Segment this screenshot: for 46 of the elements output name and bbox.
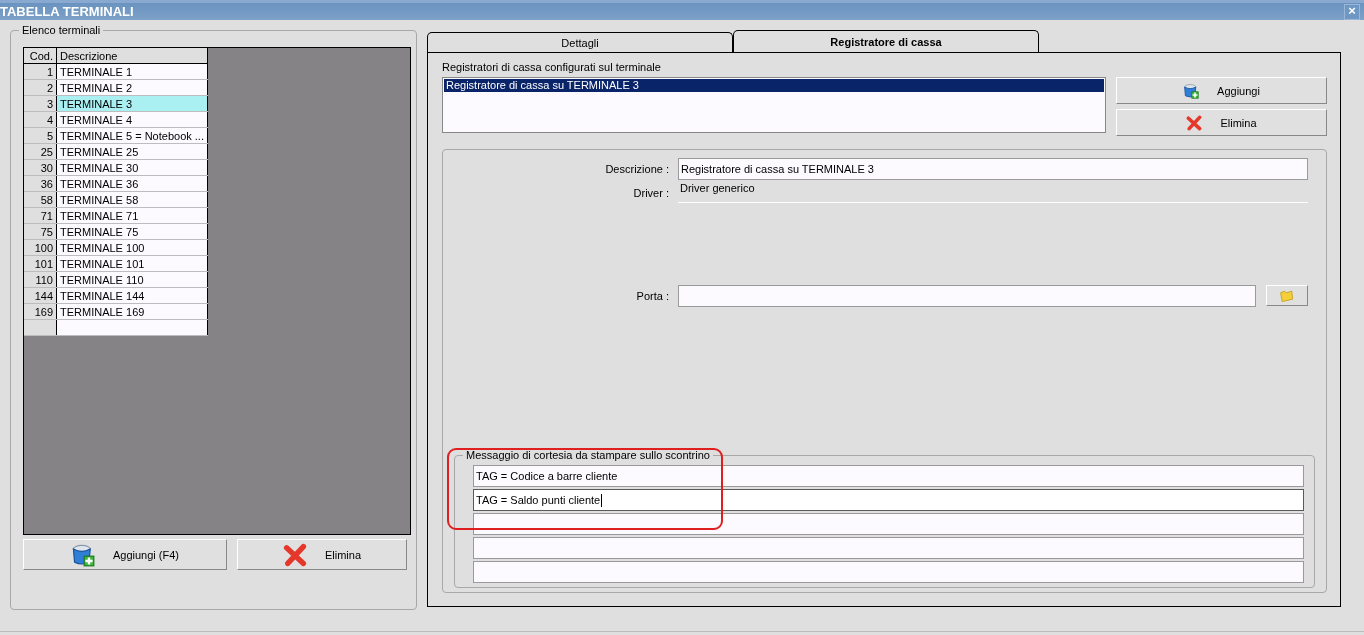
message-text: TAG = Codice a barre cliente: [476, 470, 618, 482]
description-cell[interactable]: TERMINALE 144: [56, 287, 208, 304]
message-line-field[interactable]: TAG = Saldo punti cliente: [473, 489, 1304, 511]
description-cell[interactable]: TERMINALE 2: [56, 79, 208, 96]
delete-button[interactable]: Elimina: [1116, 109, 1327, 136]
column-header: Cod.: [24, 48, 57, 64]
description-cell[interactable]: TERMINALE 75: [56, 223, 208, 240]
description-cell[interactable]: TERMINALE 110: [56, 271, 208, 288]
group-title: Elenco terminali: [19, 24, 104, 36]
container-plus-icon: [1183, 82, 1200, 99]
description-cell[interactable]: TERMINALE 30: [56, 159, 208, 176]
field-label: Driver :: [632, 186, 669, 199]
description-cell[interactable]: TERMINALE 169: [56, 303, 208, 320]
description-cell[interactable]: TERMINALE 58: [56, 191, 208, 208]
description-cell[interactable]: TERMINALE 100: [56, 239, 208, 256]
message-line-field[interactable]: [473, 513, 1304, 535]
description-cell[interactable]: TERMINALE 25: [56, 143, 208, 160]
message-line-field[interactable]: [473, 537, 1304, 559]
window-title: TABELLA TERMINALI: [0, 4, 134, 19]
text-cursor: [601, 493, 603, 507]
description-cell[interactable]: TERMINALE 1: [56, 63, 208, 80]
message-text: TAG = Saldo punti cliente: [476, 494, 601, 506]
field-label: Porta :: [635, 290, 669, 302]
description-cell[interactable]: TERMINALE 36: [56, 175, 208, 192]
input-field[interactable]: [678, 285, 1256, 307]
delete-icon: [282, 542, 307, 567]
add-button[interactable]: Aggiungi: [1116, 77, 1327, 104]
description-cell[interactable]: TERMINALE 71: [56, 207, 208, 224]
description-cell[interactable]: TERMINALE 101: [56, 255, 208, 272]
field-label: Descrizione :: [604, 163, 669, 175]
delete-button[interactable]: Elimina: [237, 539, 407, 570]
message-line-field[interactable]: TAG = Codice a barre cliente: [473, 465, 1304, 487]
tab[interactable]: Registratore di cassa: [733, 30, 1039, 52]
list-label: Registratori di cassa configurati sul terminale: [442, 61, 662, 73]
browse-button[interactable]: [1266, 285, 1308, 306]
column-header: Descrizione: [56, 48, 208, 64]
tab[interactable]: Dettagli: [427, 32, 733, 52]
readonly-field: Driver generico: [678, 182, 1308, 203]
container-plus-icon: [70, 542, 95, 567]
list-item[interactable]: Registratore di cassa su TERMINALE 3: [444, 79, 1104, 92]
message-line-field[interactable]: [473, 561, 1304, 583]
input-field[interactable]: Registratore di cassa su TERMINALE 3: [678, 158, 1308, 180]
description-cell[interactable]: TERMINALE 5 = Notebook ...: [56, 127, 208, 144]
add-button[interactable]: Aggiungi (F4): [23, 539, 227, 570]
description-cell[interactable]: TERMINALE 4: [56, 111, 208, 128]
delete-icon: [1186, 114, 1203, 131]
